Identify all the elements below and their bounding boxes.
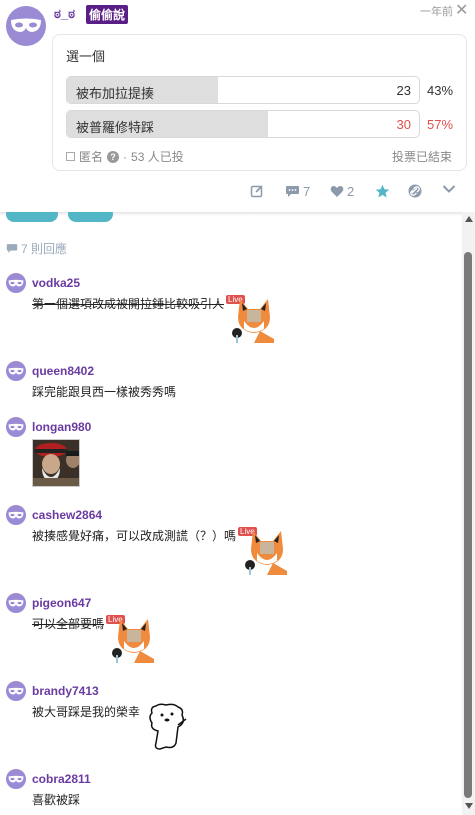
- heart-icon: [330, 186, 344, 197]
- close-button[interactable]: ✕: [455, 0, 468, 20]
- commenter-avatar[interactable]: [6, 273, 26, 293]
- photo-content: [33, 440, 79, 486]
- like-button[interactable]: 2: [330, 184, 354, 199]
- voter-count: 53 人已投: [131, 150, 184, 164]
- poll-option-label: 被布加拉提揍: [76, 86, 155, 101]
- action-bar: 7 2: [0, 180, 475, 208]
- mask-icon: [8, 423, 24, 430]
- poll-option-1[interactable]: 被布加拉提揍 23: [66, 76, 420, 104]
- poll-option-label: 被普羅修特踩: [76, 120, 155, 135]
- commenter-name[interactable]: vodka25: [32, 276, 80, 290]
- poll-option-count: 30: [396, 117, 411, 132]
- commenter-avatar[interactable]: [6, 417, 26, 437]
- scroll-down-arrow[interactable]: [465, 803, 473, 809]
- commenter-name[interactable]: queen8402: [32, 364, 94, 378]
- comment-text-content: 可以全部要嗎: [32, 617, 105, 631]
- comment-image[interactable]: [32, 439, 80, 487]
- mask-icon: [8, 599, 24, 606]
- mask-icon: [8, 279, 24, 286]
- reply-count-label: 7 則回應: [21, 242, 68, 256]
- commenter-name[interactable]: longan980: [32, 420, 91, 434]
- poll-status: 投票已結束: [391, 150, 452, 164]
- poll-option-2[interactable]: 被普羅修特踩 30: [66, 110, 420, 138]
- anonymous-label: 匿名: [79, 150, 104, 164]
- author-avatar[interactable]: [6, 6, 46, 46]
- comment-text: 喜歡被踩: [32, 793, 81, 807]
- tag-pill[interactable]: [6, 212, 58, 222]
- commenter-name[interactable]: pigeon647: [32, 596, 91, 610]
- fox-sticker: [245, 531, 287, 575]
- favorite-button[interactable]: [375, 184, 390, 199]
- mask-icon: [8, 511, 24, 518]
- poll-option-percent: 43%: [427, 83, 454, 98]
- mask-icon: [8, 687, 24, 694]
- comment-button[interactable]: 7: [285, 184, 310, 199]
- commenter-avatar[interactable]: [6, 505, 26, 525]
- comment-text-content: 第一個選項改成被開拉錘比較吸引人: [32, 297, 225, 311]
- chevron-down-icon: [442, 185, 456, 193]
- fox-sticker: [232, 299, 274, 343]
- scroll-thumb[interactable]: [464, 252, 472, 798]
- comment-count: 7: [303, 184, 311, 199]
- commenter-avatar[interactable]: [6, 681, 26, 701]
- commenter-name[interactable]: cashew2864: [32, 508, 102, 522]
- commenter-name[interactable]: cobra2811: [32, 772, 91, 786]
- like-count: 2: [347, 184, 355, 199]
- mask-icon: [11, 18, 41, 32]
- comment-text: 踩完能跟貝西一樣被秀秀嗎: [32, 385, 177, 399]
- tag-pill[interactable]: [68, 212, 113, 222]
- comment-text: 被大哥踩是我的榮幸: [32, 705, 141, 719]
- mask-icon: [8, 367, 24, 374]
- reply-count: 7 則回應: [6, 240, 67, 257]
- edit-button[interactable]: [250, 184, 264, 198]
- anonymous-icon: [66, 152, 75, 161]
- star-icon: [375, 184, 390, 198]
- scrollbar[interactable]: [462, 212, 475, 815]
- comment-text-content: 被揍感覺好痛，可以改成測謊（？）嗎: [32, 529, 237, 543]
- scroll-up-arrow[interactable]: [465, 216, 473, 222]
- fox-sticker: [112, 619, 154, 663]
- dog-sticker: [149, 703, 187, 750]
- separator-dot: ·: [123, 149, 128, 164]
- poll-option-percent: 57%: [427, 117, 454, 132]
- poll-option-count: 23: [396, 83, 411, 98]
- edit-icon: [250, 185, 263, 198]
- commenter-name[interactable]: brandy7413: [32, 684, 99, 698]
- link-icon: [408, 184, 422, 198]
- share-button[interactable]: [408, 184, 422, 198]
- board-badge[interactable]: 偷偷說: [86, 5, 129, 24]
- poll-title: 選一個: [66, 49, 106, 64]
- post-time: 一年前: [420, 6, 453, 18]
- commenter-avatar[interactable]: [6, 593, 26, 613]
- author-name[interactable]: ಠ_ಠ: [54, 6, 75, 22]
- comment-icon: [286, 186, 299, 197]
- comment-icon: [6, 244, 18, 253]
- commenter-avatar[interactable]: [6, 361, 26, 381]
- mask-icon: [8, 775, 24, 782]
- help-icon[interactable]: ?: [107, 150, 120, 163]
- poll-meta: 匿名 ? · 53 人已投: [66, 148, 184, 165]
- more-button[interactable]: [442, 184, 456, 194]
- poll-card: 選一個 被布加拉提揍 23 43% 被普羅修特踩 30 57% 匿名 ? · 5…: [52, 34, 467, 171]
- commenter-avatar[interactable]: [6, 769, 26, 789]
- comment-text: 第一個選項改成被開拉錘比較吸引人 Live: [32, 295, 245, 312]
- comments-panel[interactable]: 7 則回應 vodka25 第一個選項改成被開拉錘比較吸引人 Live queen…: [0, 212, 475, 815]
- comment-text: 被揍感覺好痛，可以改成測謊（？）嗎 Live: [32, 527, 257, 544]
